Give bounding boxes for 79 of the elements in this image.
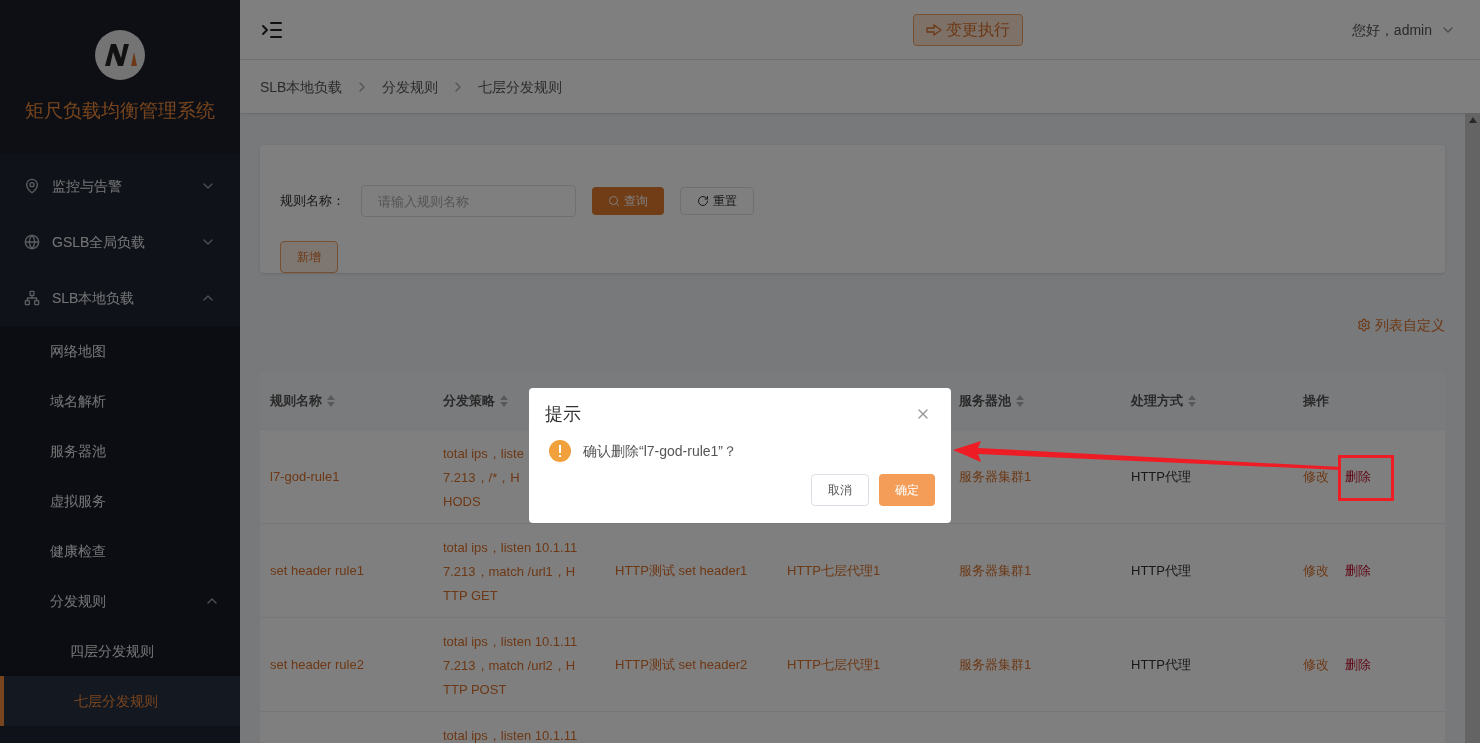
strategy-text: 7.213，match /url1，H (443, 563, 576, 581)
table-cell[interactable]: HTTP测试 set header1 (615, 562, 748, 578)
submenu-item[interactable]: 四层分发规则 (0, 626, 240, 676)
delete-link[interactable]: 删除 (1345, 654, 1371, 675)
field-label: 规则名称： (280, 192, 345, 211)
menu-label: 监控与告警 (52, 177, 122, 196)
arrow-icon (925, 21, 942, 38)
strategy-text: TTP POST (443, 681, 507, 699)
edit-link[interactable]: 修改 (1303, 466, 1329, 487)
sort-icon[interactable] (499, 394, 509, 408)
menu-label: SLB本地负载 (52, 289, 135, 308)
user-menu[interactable]: 您好，admin (1351, 19, 1460, 40)
submenu-item[interactable]: 虚拟服务 (0, 476, 240, 526)
breadcrumb-item[interactable]: SLB本地负载 (260, 76, 343, 97)
app-title: 矩尺负载均衡管理系统 (25, 98, 215, 123)
column-header: 分发策略 (443, 392, 495, 411)
rule-name-cell[interactable]: l7-god-rule1 (270, 468, 340, 484)
strategy-text: total ips，liste (443, 445, 524, 463)
search-icon (608, 195, 620, 207)
pool-cell[interactable]: 服务器集群1 (959, 656, 1032, 672)
sort-icon[interactable] (1187, 394, 1197, 408)
cancel-button[interactable]: 取消 (811, 474, 869, 506)
submenu-item[interactable]: 域名解析 (0, 376, 240, 426)
pool-cell[interactable]: 服务器集群1 (959, 468, 1032, 484)
rule-name-cell[interactable]: set header rule1 (270, 562, 364, 578)
pool-cell[interactable]: 服务器集群1 (959, 562, 1032, 578)
highlight-frame (1338, 455, 1394, 501)
column-header: 服务器池 (959, 392, 1011, 411)
column-header: 处理方式 (1131, 392, 1183, 411)
delete-link[interactable]: 删除 (1345, 466, 1371, 487)
breadcrumb-item[interactable]: 七层分发规则 (478, 76, 563, 97)
submenu-item[interactable]: 分发规则 (0, 576, 240, 626)
table-cell[interactable]: HTTP测试 set header2 (615, 656, 748, 672)
table-cell[interactable]: HTTP七层代理1 (787, 562, 881, 578)
submenu-item[interactable]: 七层分发规则 (0, 676, 240, 726)
location-pin-icon (24, 178, 40, 194)
rule-name-cell[interactable]: set header rule2 (270, 656, 364, 672)
delete-link[interactable]: 删除 (1345, 560, 1371, 581)
strategy-text: total ips，listen 10.1.11 (443, 633, 578, 651)
method-cell: HTTP代理 (1131, 562, 1191, 578)
add-button[interactable]: 新增 (280, 241, 338, 273)
column-header: 操作 (1303, 392, 1329, 411)
strategy-text: 7.213，/*，H (443, 469, 520, 487)
settings-icon (1357, 318, 1371, 332)
dialog-title: 提示 (545, 403, 581, 426)
menu-item[interactable]: GSLB全局负载 (0, 214, 240, 270)
scroll-up-icon[interactable] (1468, 117, 1477, 123)
warning-icon (549, 440, 571, 462)
breadcrumb-item[interactable]: 分发规则 (382, 76, 439, 97)
query-button[interactable]: 查询 (592, 187, 664, 215)
globe-icon (24, 234, 40, 250)
method-cell: HTTP代理 (1131, 656, 1191, 672)
table-cell[interactable]: HTTP七层代理1 (787, 656, 881, 672)
reset-button[interactable]: 重置 (680, 187, 754, 215)
logo-icon (94, 28, 146, 81)
sort-icon[interactable] (326, 394, 336, 408)
strategy-text: HODS (443, 493, 481, 511)
refresh-icon (697, 195, 709, 207)
edit-link[interactable]: 修改 (1303, 654, 1329, 675)
execute-change-button[interactable]: 变更执行 (912, 13, 1023, 46)
confirm-button[interactable]: 确定 (879, 474, 935, 506)
strategy-text: 7.213，match /url2，H (443, 657, 576, 675)
submenu-item[interactable]: 网络地图 (0, 326, 240, 376)
strategy-text: total ips，listen 10.1.11 (443, 539, 578, 557)
scrollbar[interactable] (1465, 113, 1480, 743)
strategy-text: total ips，listen 10.1.11 (443, 727, 578, 743)
menu-item[interactable]: 监控与告警 (0, 158, 240, 214)
sort-icon[interactable] (1015, 394, 1025, 408)
dialog-message: 确认删除“l7-god-rule1”？ (583, 442, 738, 461)
menu-item[interactable]: SLB本地负载 (0, 270, 240, 326)
column-header: 规则名称 (270, 392, 322, 411)
customize-columns-link[interactable]: 列表自定义 (1357, 315, 1445, 335)
submenu-item[interactable]: 健康检查 (0, 526, 240, 576)
menu-label: GSLB全局负载 (52, 233, 146, 252)
method-cell: HTTP代理 (1131, 468, 1191, 484)
submenu-item[interactable]: 服务器池 (0, 426, 240, 476)
strategy-text: TTP GET (443, 587, 498, 605)
edit-link[interactable]: 修改 (1303, 560, 1329, 581)
network-icon (24, 290, 40, 306)
